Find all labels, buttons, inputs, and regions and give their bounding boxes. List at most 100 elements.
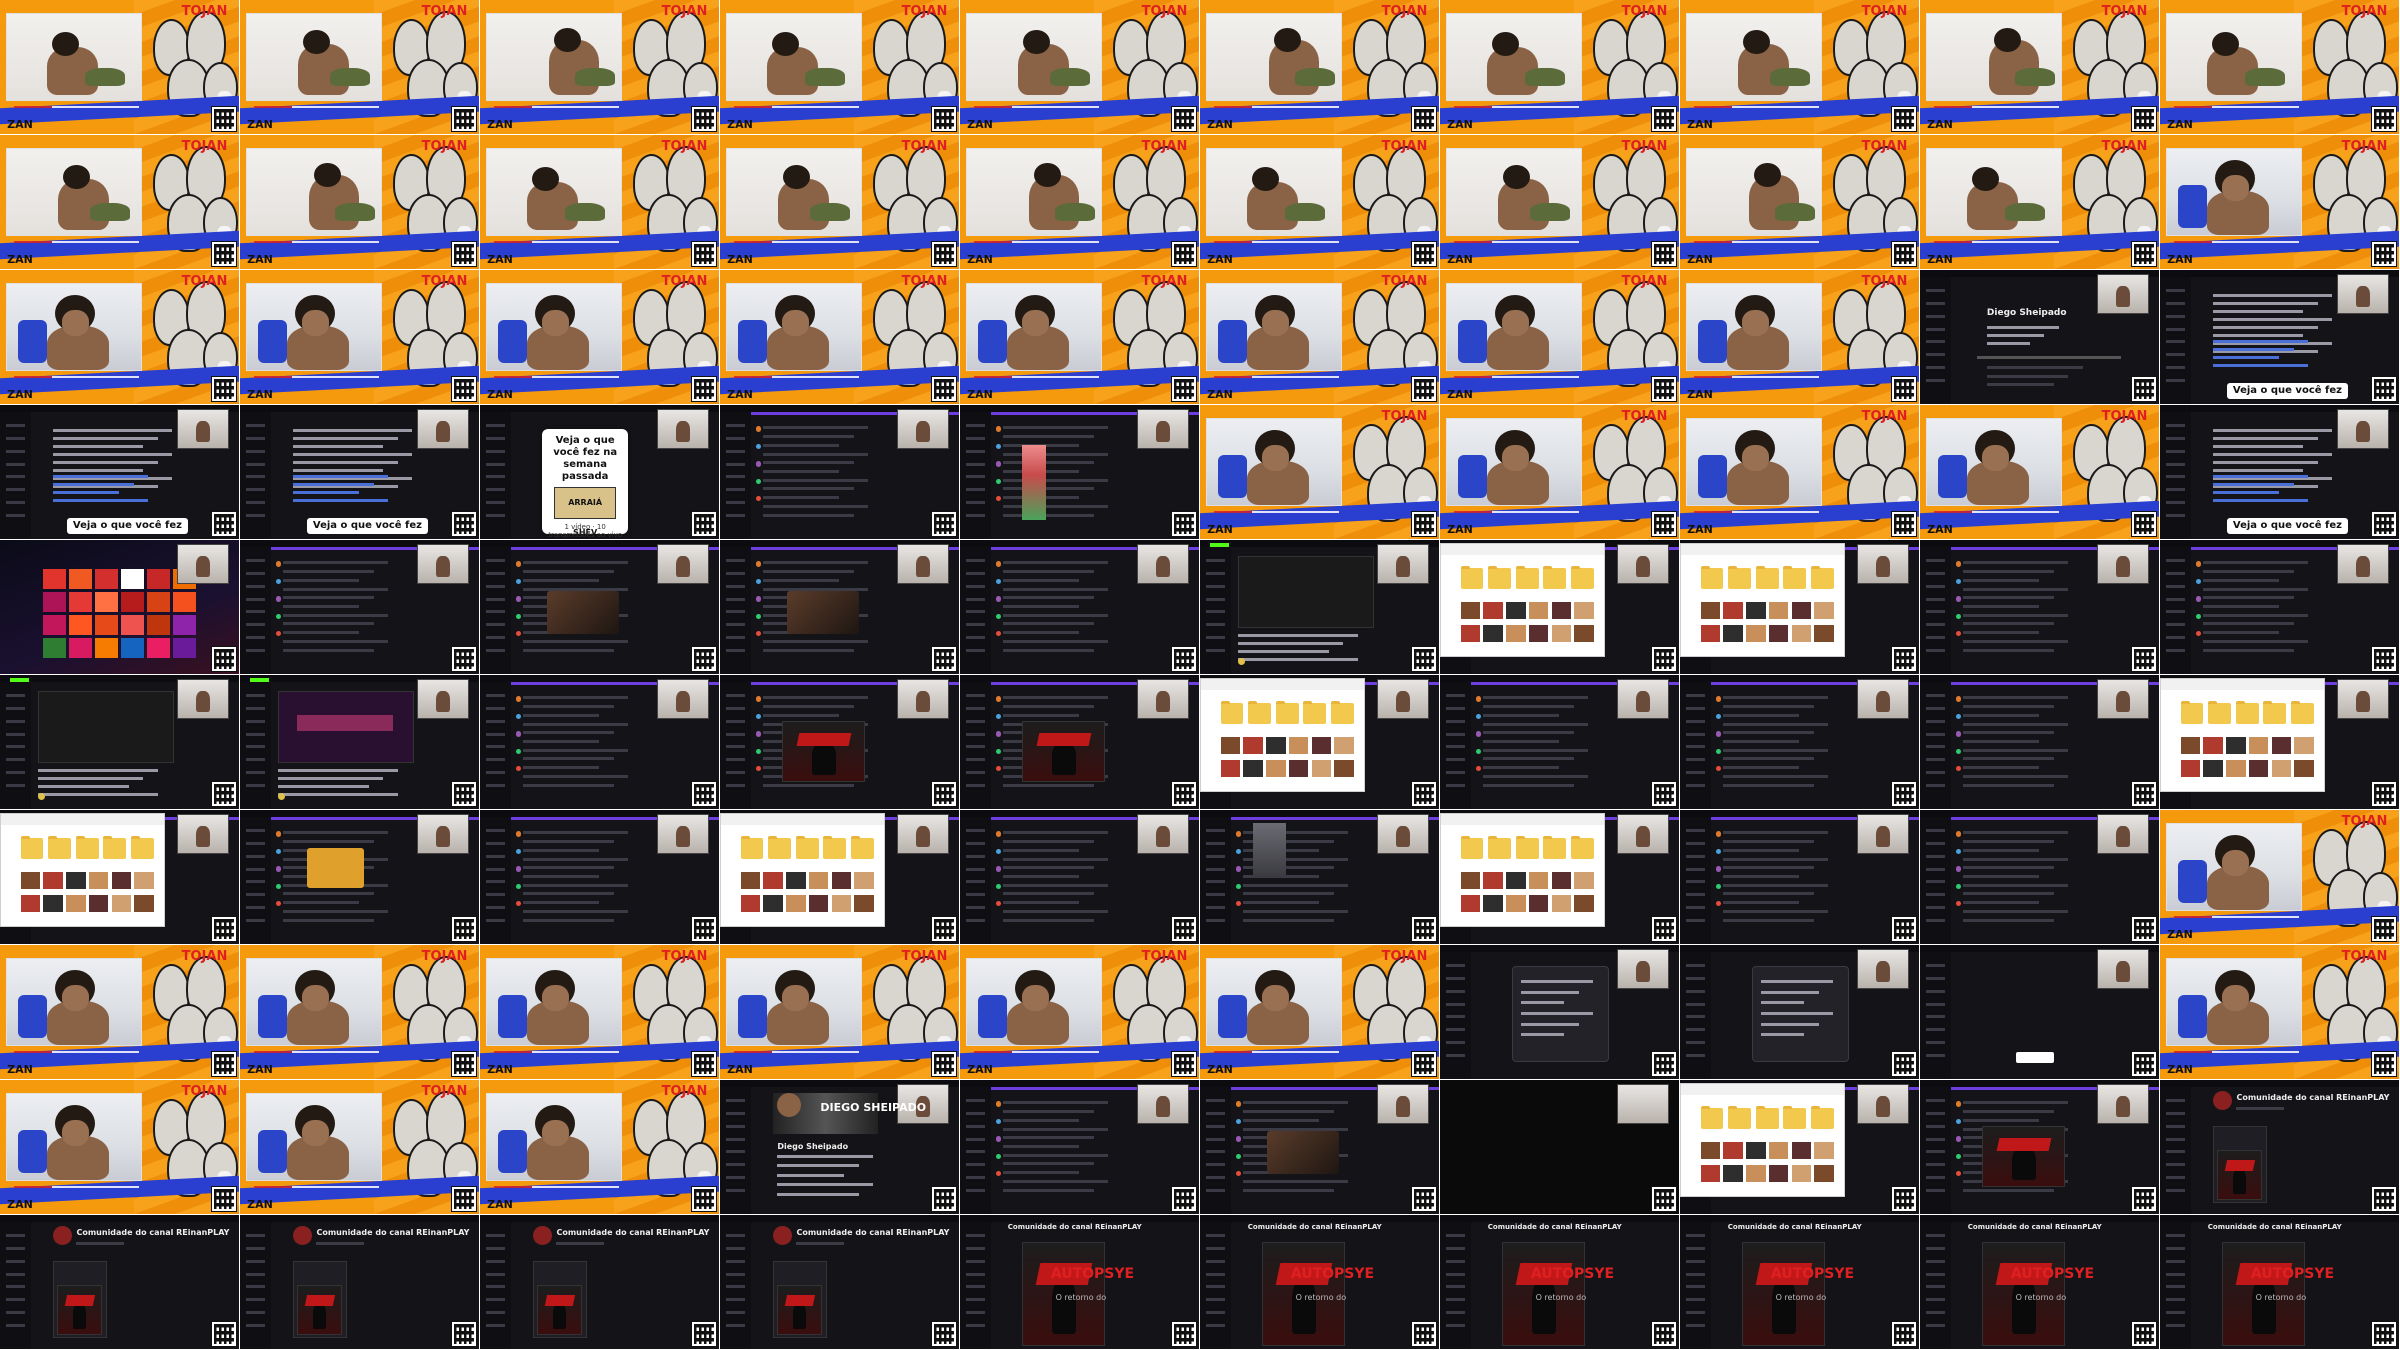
file-thumbnail[interactable] [1288, 759, 1309, 777]
sidebar-item[interactable] [485, 707, 506, 711]
file-thumbnail[interactable] [1814, 602, 1834, 620]
sidebar-item[interactable] [725, 572, 746, 576]
sidebar-item[interactable] [725, 1234, 746, 1238]
app-sidebar[interactable] [0, 681, 32, 809]
sidebar-item[interactable] [1685, 989, 1706, 993]
sidebar-item[interactable] [1205, 854, 1226, 858]
sidebar-item[interactable] [725, 1298, 746, 1302]
app-sidebar[interactable] [0, 411, 32, 539]
file-thumbnail[interactable] [1483, 624, 1503, 642]
sidebar-item[interactable] [2165, 1298, 2186, 1302]
sidebar-item[interactable] [245, 513, 266, 517]
sidebar-item[interactable] [5, 719, 26, 723]
sidebar-item[interactable] [2165, 1323, 2186, 1327]
sidebar-item[interactable] [485, 829, 506, 833]
file-thumbnail[interactable] [2180, 759, 2200, 777]
sidebar-item[interactable] [1445, 1234, 1466, 1238]
sidebar-item[interactable] [1925, 648, 1946, 652]
file-thumbnail[interactable] [2180, 737, 2200, 755]
file-thumbnail[interactable] [2203, 759, 2223, 777]
sidebar-item[interactable] [5, 488, 26, 492]
file-thumbnail[interactable] [740, 872, 760, 890]
color-swatch[interactable] [43, 615, 66, 636]
sidebar-item[interactable] [725, 1112, 746, 1116]
sidebar-item[interactable] [245, 500, 266, 504]
sidebar-item[interactable] [1685, 1310, 1706, 1314]
file-thumbnail[interactable] [1551, 872, 1571, 890]
sidebar-item[interactable] [485, 1259, 506, 1263]
sidebar-item[interactable] [245, 1310, 266, 1314]
sidebar-item[interactable] [2165, 648, 2186, 652]
sidebar-item[interactable] [5, 500, 26, 504]
sidebar-item[interactable] [2165, 1272, 2186, 1276]
file-thumbnail[interactable] [1311, 759, 1331, 777]
file-thumbnail[interactable] [1483, 872, 1503, 890]
file-thumbnail[interactable] [1220, 759, 1240, 777]
folder-icon[interactable] [1515, 835, 1539, 859]
sidebar-item[interactable] [965, 1259, 986, 1263]
app-sidebar[interactable] [720, 1086, 752, 1214]
sidebar-item[interactable] [485, 597, 506, 601]
file-thumbnail[interactable] [808, 894, 829, 912]
sidebar-item[interactable] [965, 854, 986, 858]
file-thumbnail[interactable] [1746, 1164, 1766, 1182]
folder-icon[interactable] [1488, 565, 1511, 589]
sidebar-item[interactable] [1445, 694, 1466, 698]
sidebar-item[interactable] [1205, 867, 1226, 871]
file-thumbnail[interactable] [1574, 894, 1594, 912]
sidebar-item[interactable] [965, 462, 986, 466]
sidebar-item[interactable] [485, 559, 506, 563]
file-thumbnail[interactable] [43, 894, 63, 912]
sidebar-item[interactable] [245, 1285, 266, 1289]
sidebar-item[interactable] [245, 880, 266, 884]
sidebar-item[interactable] [2165, 314, 2186, 318]
app-sidebar[interactable] [720, 1221, 752, 1349]
sidebar-item[interactable] [1445, 732, 1466, 736]
sidebar-item[interactable] [1925, 964, 1946, 968]
file-thumbnail[interactable] [1334, 737, 1354, 755]
app-sidebar[interactable] [960, 681, 992, 809]
app-sidebar[interactable] [240, 816, 272, 944]
sidebar-item[interactable] [2165, 1285, 2186, 1289]
app-sidebar[interactable] [1200, 546, 1232, 674]
sidebar-item[interactable] [2165, 1234, 2186, 1238]
sidebar-item[interactable] [1925, 597, 1946, 601]
sidebar-item[interactable] [725, 488, 746, 492]
file-thumbnail[interactable] [1288, 737, 1309, 755]
sidebar-item[interactable] [1205, 1188, 1226, 1192]
sidebar-item[interactable] [485, 719, 506, 723]
sidebar-item[interactable] [725, 623, 746, 627]
sidebar-item[interactable] [1685, 867, 1706, 871]
sidebar-item[interactable] [1925, 302, 1946, 306]
color-swatch[interactable] [120, 592, 144, 613]
sidebar-item[interactable] [1685, 854, 1706, 858]
sidebar-item[interactable] [965, 1112, 986, 1116]
app-sidebar[interactable] [1920, 546, 1952, 674]
sidebar-item[interactable] [965, 1150, 986, 1154]
sidebar-item[interactable] [1685, 1323, 1706, 1327]
sidebar-item[interactable] [1445, 770, 1466, 774]
sidebar-item[interactable] [725, 1323, 746, 1327]
folder-icon[interactable] [851, 835, 874, 859]
app-sidebar[interactable] [960, 411, 992, 539]
sidebar-item[interactable] [965, 513, 986, 517]
sidebar-item[interactable] [1925, 989, 1946, 993]
sidebar-item[interactable] [965, 893, 986, 897]
sidebar-item[interactable] [1925, 694, 1946, 698]
sidebar-item[interactable] [245, 893, 266, 897]
color-swatch[interactable] [95, 615, 118, 636]
sidebar-item[interactable] [245, 745, 266, 749]
color-swatch[interactable] [69, 569, 92, 590]
file-thumbnail[interactable] [134, 894, 154, 912]
file-thumbnail[interactable] [2271, 759, 2291, 777]
color-swatch[interactable] [172, 592, 196, 613]
sidebar-item[interactable] [245, 1234, 266, 1238]
folder-icon[interactable] [103, 835, 127, 859]
sidebar-item[interactable] [965, 707, 986, 711]
sidebar-item[interactable] [5, 707, 26, 711]
file-thumbnail[interactable] [1700, 602, 1720, 620]
file-thumbnail[interactable] [854, 894, 874, 912]
sidebar-item[interactable] [965, 867, 986, 871]
folder-icon[interactable] [2291, 700, 2314, 724]
sidebar-item[interactable] [1205, 1310, 1226, 1314]
